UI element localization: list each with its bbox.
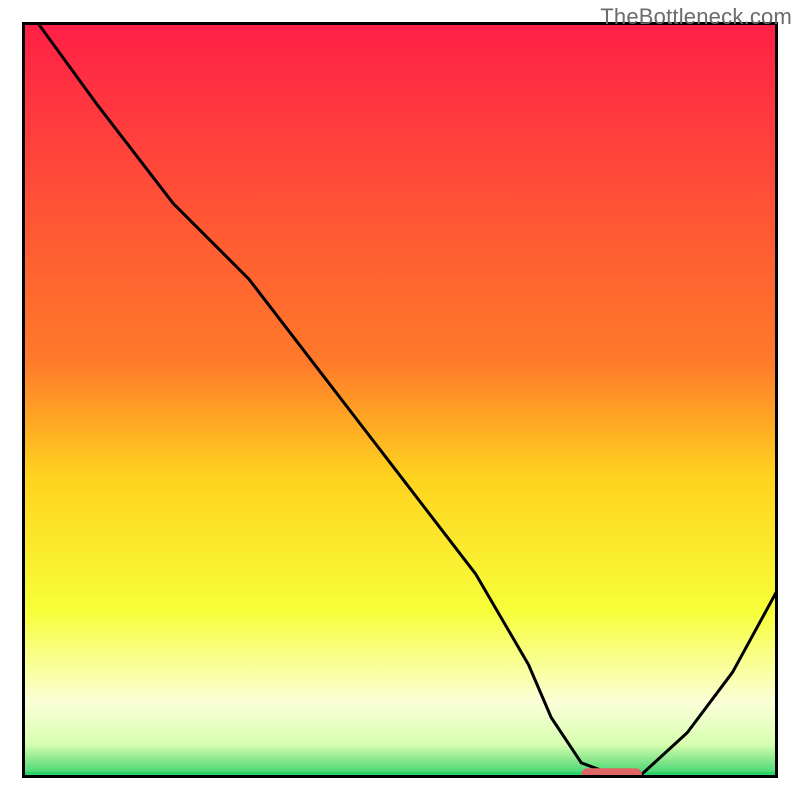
plot-svg — [22, 22, 778, 778]
watermark-label: TheBottleneck.com — [600, 4, 792, 30]
gradient-background — [22, 22, 778, 778]
bottleneck-plot — [22, 22, 778, 778]
chart-frame: TheBottleneck.com — [0, 0, 800, 800]
